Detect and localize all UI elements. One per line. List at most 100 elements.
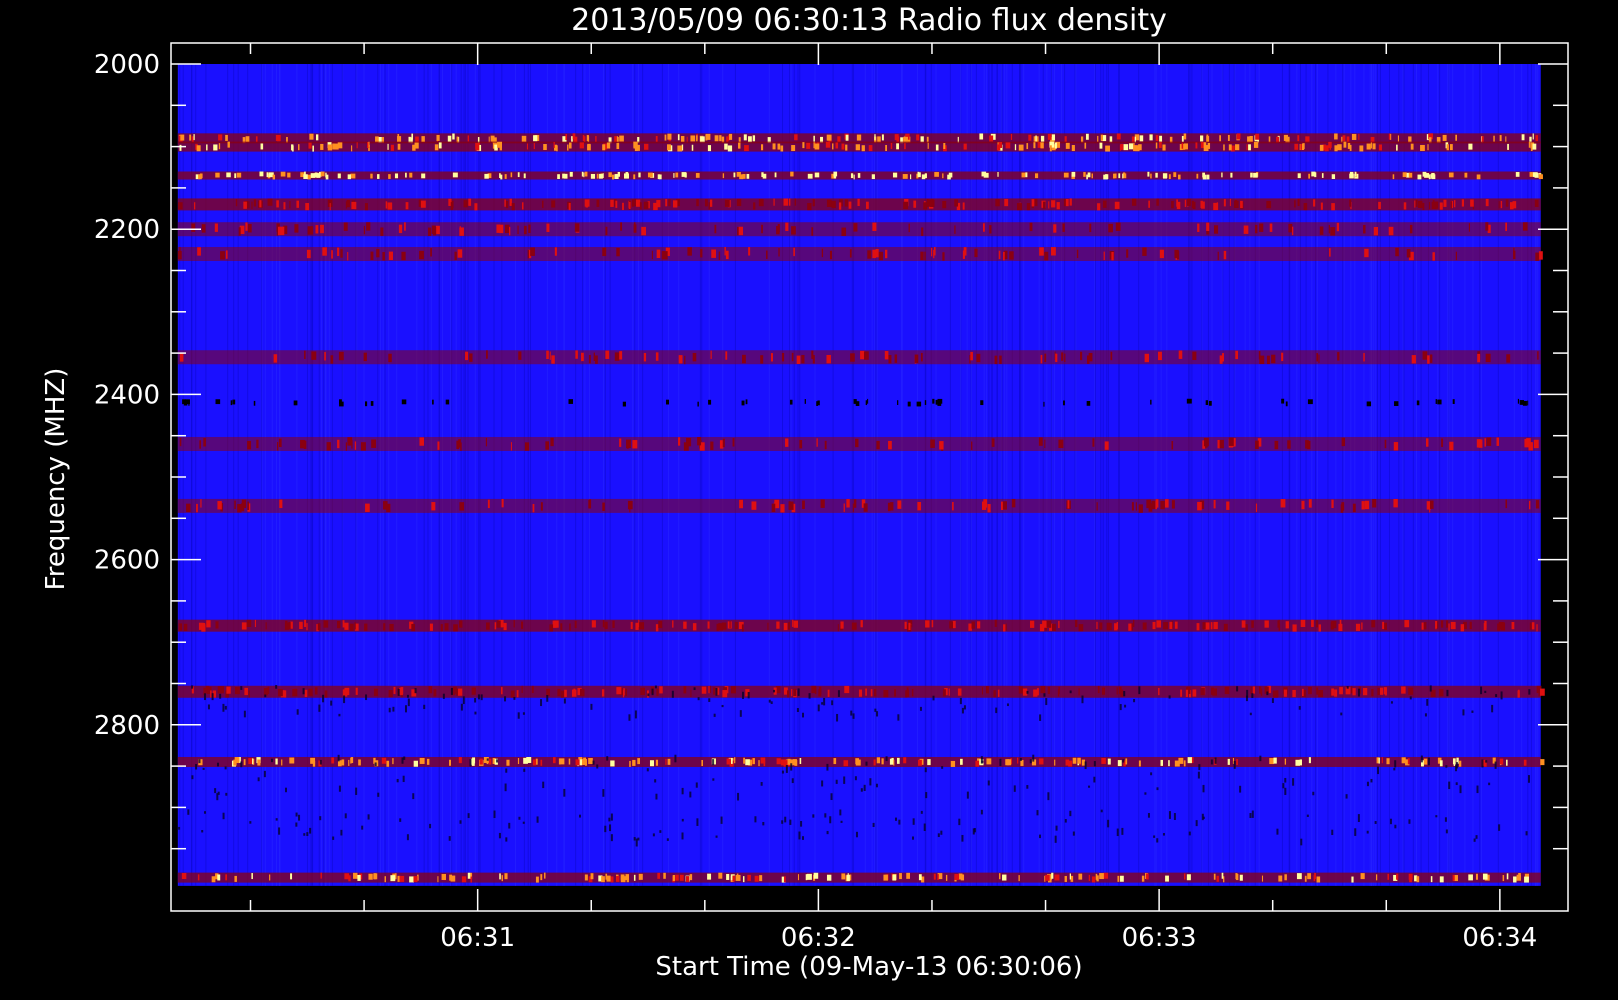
band-speck bbox=[816, 401, 818, 406]
band-speck bbox=[479, 758, 483, 765]
band-speck bbox=[1308, 173, 1311, 179]
band-speck bbox=[486, 350, 488, 359]
band-speck bbox=[1204, 439, 1208, 448]
band-speck bbox=[1330, 622, 1334, 630]
band-speck bbox=[994, 619, 997, 627]
dark-speck bbox=[1138, 686, 1141, 695]
band-speck bbox=[848, 201, 852, 209]
band-speck bbox=[1235, 873, 1238, 880]
band-speck bbox=[729, 620, 731, 629]
band-speck bbox=[1183, 143, 1188, 150]
band-speck bbox=[468, 198, 472, 206]
dark-speck bbox=[1331, 829, 1334, 836]
dark-speck bbox=[1153, 835, 1156, 838]
band-speck bbox=[388, 353, 392, 363]
dark-speck bbox=[754, 816, 757, 823]
band-speck bbox=[939, 441, 944, 450]
band-speck bbox=[1427, 144, 1429, 151]
band-speck bbox=[1146, 499, 1151, 509]
dark-speck bbox=[609, 824, 612, 832]
band-speck bbox=[1393, 498, 1398, 508]
band-speck bbox=[583, 172, 585, 178]
dark-speck bbox=[1064, 819, 1067, 823]
dark-speck bbox=[742, 691, 745, 699]
band-speck bbox=[736, 198, 742, 207]
band-speck bbox=[1370, 142, 1372, 149]
band-speck bbox=[957, 688, 962, 696]
band-speck bbox=[690, 689, 692, 697]
band-speck bbox=[214, 223, 218, 232]
band-speck bbox=[1069, 873, 1071, 880]
band-speck bbox=[635, 622, 639, 630]
band-speck bbox=[1040, 354, 1043, 364]
dark-speck bbox=[540, 699, 543, 707]
band-speck bbox=[1114, 173, 1117, 179]
band-speck bbox=[601, 689, 605, 697]
band-speck bbox=[1180, 689, 1183, 697]
dark-speck bbox=[695, 782, 698, 788]
band-speck bbox=[517, 225, 519, 234]
band-speck bbox=[496, 224, 501, 233]
band-speck bbox=[1186, 398, 1192, 404]
band-speck bbox=[206, 144, 208, 151]
dark-speck bbox=[654, 779, 657, 783]
band-speck bbox=[622, 401, 626, 407]
band-speck bbox=[850, 353, 855, 362]
band-speck bbox=[1148, 200, 1150, 208]
band-speck bbox=[813, 872, 819, 879]
band-speck bbox=[1337, 144, 1342, 151]
band-speck bbox=[504, 224, 510, 234]
band-speck bbox=[1284, 874, 1287, 881]
band-speck bbox=[1017, 757, 1019, 764]
dark-speck bbox=[1292, 778, 1295, 786]
band-speck bbox=[1177, 174, 1181, 180]
band-speck bbox=[320, 171, 325, 177]
band-speck bbox=[663, 872, 666, 879]
band-speck bbox=[1311, 619, 1314, 627]
band-speck bbox=[1097, 135, 1099, 142]
band-speck bbox=[1415, 199, 1418, 207]
band-speck bbox=[1300, 619, 1306, 627]
band-speck bbox=[1065, 198, 1069, 207]
dark-speck bbox=[498, 832, 501, 839]
band-speck bbox=[614, 136, 617, 143]
dark-speck bbox=[303, 833, 306, 836]
band-speck bbox=[778, 248, 780, 257]
band-speck bbox=[589, 499, 592, 508]
band-2135 bbox=[177, 171, 1543, 180]
dark-speck bbox=[1197, 771, 1200, 779]
band-speck bbox=[1318, 354, 1320, 363]
band-speck bbox=[945, 874, 948, 881]
band-speck bbox=[1450, 144, 1453, 151]
band-speck bbox=[1481, 136, 1484, 143]
band-speck bbox=[253, 400, 256, 406]
dark-speck bbox=[462, 696, 465, 705]
band-speck bbox=[289, 757, 295, 764]
band-speck bbox=[218, 134, 223, 141]
band-speck bbox=[1245, 624, 1248, 632]
band-speck bbox=[776, 621, 780, 629]
band-speck bbox=[314, 687, 318, 695]
band-2845 bbox=[177, 756, 1545, 767]
band-speck bbox=[290, 873, 293, 880]
band-speck bbox=[1011, 498, 1016, 508]
band-speck bbox=[1039, 247, 1044, 256]
band-speck bbox=[860, 620, 863, 628]
band-speck bbox=[191, 223, 196, 232]
band-speck bbox=[248, 224, 252, 233]
band-speck bbox=[633, 224, 637, 233]
dark-speck bbox=[966, 791, 969, 799]
dark-speck bbox=[1481, 759, 1484, 768]
band-speck bbox=[742, 354, 746, 364]
band-speck bbox=[199, 440, 201, 449]
band-speck bbox=[1076, 249, 1079, 259]
dark-speck bbox=[1147, 813, 1150, 818]
dark-speck bbox=[219, 693, 222, 699]
band-speck bbox=[930, 439, 935, 448]
band-speck bbox=[437, 876, 439, 883]
band-speck bbox=[390, 144, 394, 151]
band-speck bbox=[1313, 199, 1316, 207]
band-speck bbox=[1186, 874, 1191, 881]
dark-speck bbox=[1498, 824, 1501, 831]
dark-speck bbox=[1202, 816, 1205, 819]
